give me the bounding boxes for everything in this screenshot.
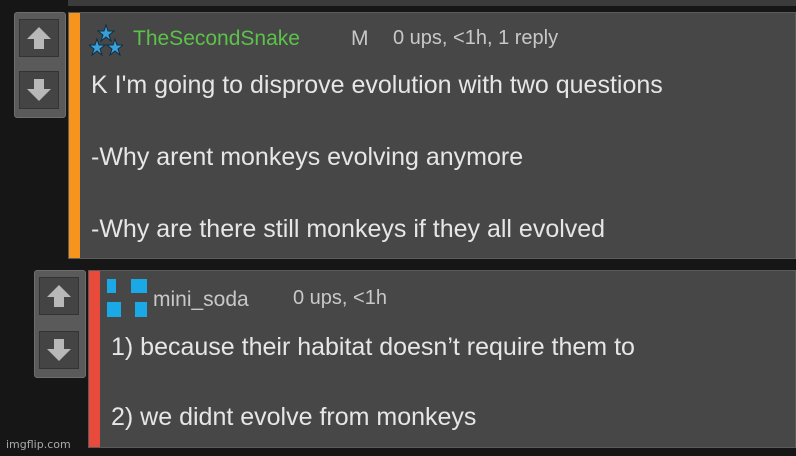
vote-panel <box>34 270 86 378</box>
comment-text-line: 1) because their habitat doesn’t require… <box>111 333 635 361</box>
comment-bar <box>89 271 100 447</box>
upvote-button[interactable] <box>19 19 59 57</box>
comment-text-line: -Why arent monkeys evolving anymore <box>91 143 524 171</box>
username-link[interactable]: TheSecondSnake <box>133 27 300 51</box>
vote-panel <box>14 12 66 118</box>
comment-meta: 0 ups, <1h, 1 reply <box>393 27 559 49</box>
comment-bar <box>69 13 80 258</box>
downvote-button[interactable] <box>39 331 79 369</box>
arrow-up-icon <box>27 27 51 49</box>
blue-squares-avatar-icon <box>107 279 147 317</box>
downvote-button[interactable] <box>19 71 59 109</box>
comment-text-line: -Why are there still monkeys if they all… <box>91 215 606 243</box>
mod-badge: M <box>351 27 369 50</box>
arrow-down-icon <box>47 339 71 361</box>
arrow-up-icon <box>47 285 71 307</box>
reply-comment: mini_soda 0 ups, <1h 1) because their ha… <box>88 270 796 448</box>
comment-text-line: 2) we didnt evolve from monkeys <box>111 403 477 431</box>
upvote-button[interactable] <box>39 277 79 315</box>
comment: TheSecondSnake M 0 ups, <1h, 1 reply K I… <box>68 12 796 259</box>
previous-comment-edge <box>68 0 796 6</box>
username-link[interactable]: mini_soda <box>153 288 249 312</box>
watermark: imgflip.com <box>6 438 71 451</box>
comment-meta: 0 ups, <1h <box>293 287 387 309</box>
comment-text-line: K I'm going to disprove evolution with t… <box>91 71 663 99</box>
arrow-down-icon <box>27 79 51 101</box>
stars-avatar-icon <box>89 23 123 57</box>
